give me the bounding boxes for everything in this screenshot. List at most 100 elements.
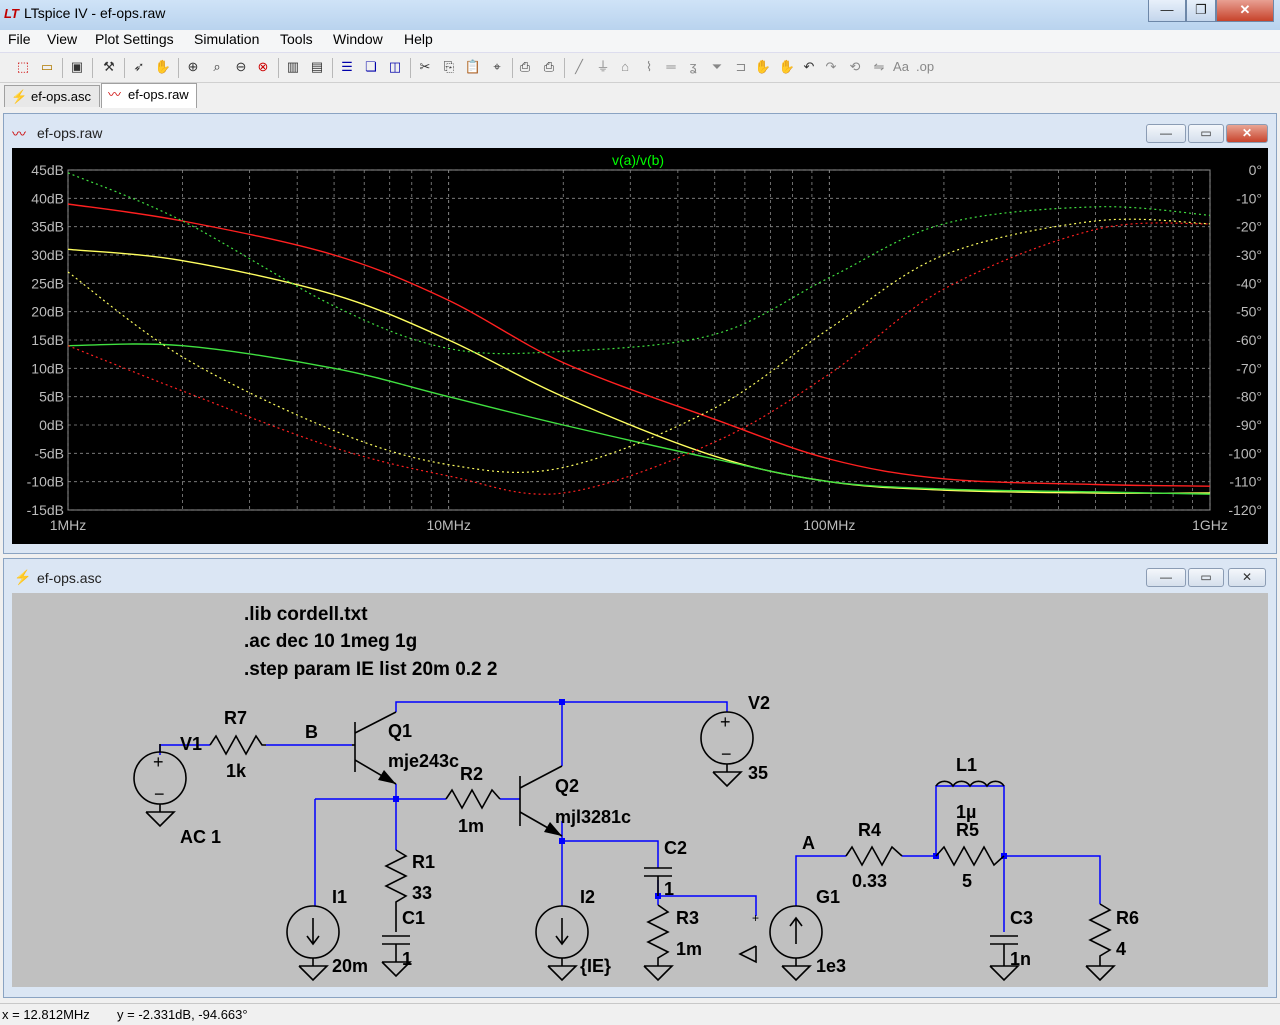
- magnitude-trace-2[interactable]: [67, 343, 1211, 495]
- value-r1[interactable]: 33: [412, 883, 432, 903]
- label-c1[interactable]: C1: [402, 908, 425, 928]
- diode-icon[interactable]: ⏷: [708, 58, 726, 76]
- open-icon[interactable]: ▭: [38, 58, 56, 76]
- label-r5[interactable]: R5: [956, 820, 979, 840]
- copy-icon[interactable]: ⎘: [440, 58, 458, 76]
- label-net-icon[interactable]: ⌂: [616, 58, 634, 76]
- control-panel-icon[interactable]: ⚒: [100, 58, 118, 76]
- component-icon[interactable]: ⊐: [732, 58, 750, 76]
- label-q1[interactable]: Q1: [388, 721, 412, 741]
- value-v1[interactable]: AC 1: [180, 827, 221, 847]
- model-q2[interactable]: mjl3281c: [555, 807, 631, 827]
- trace-title-va-vb[interactable]: v(a)/v(b): [612, 152, 664, 168]
- value-r7[interactable]: 1k: [226, 761, 247, 781]
- value-r4[interactable]: 0.33: [852, 871, 887, 891]
- label-c2[interactable]: C2: [664, 838, 687, 858]
- redo-icon[interactable]: ↷: [822, 58, 840, 76]
- zoom-fit-icon[interactable]: ⊗: [254, 58, 272, 76]
- schematic-minimize-button[interactable]: —: [1146, 568, 1186, 587]
- model-q1[interactable]: mje243c: [388, 751, 459, 771]
- directive-step[interactable]: .step param IE list 20m 0.2 2: [244, 659, 497, 680]
- value-v2[interactable]: 35: [748, 763, 768, 783]
- phase-trace-4[interactable]: [67, 218, 1211, 473]
- directive-lib[interactable]: .lib cordell.txt: [244, 604, 368, 625]
- move-icon[interactable]: ✋: [754, 58, 772, 76]
- label-i2[interactable]: I2: [580, 887, 595, 907]
- tab-waveform[interactable]: 〰 ef-ops.raw: [101, 83, 197, 108]
- pan-icon[interactable]: ✋: [154, 58, 172, 76]
- tile-horizontal-icon[interactable]: ☰: [338, 58, 356, 76]
- value-c3[interactable]: 1n: [1010, 949, 1031, 969]
- capacitor-icon[interactable]: ═: [662, 58, 680, 76]
- zoom-out-icon[interactable]: ⊖: [232, 58, 250, 76]
- components[interactable]: [133, 711, 1116, 982]
- autorange-icon[interactable]: ▥: [284, 58, 302, 76]
- undo-icon[interactable]: ↶: [800, 58, 818, 76]
- schematic-canvas[interactable]: .lib cordell.txt .ac dec 10 1meg 1g .ste…: [12, 593, 1268, 987]
- magnitude-trace-1[interactable]: [67, 248, 1211, 494]
- label-v1[interactable]: V1: [180, 734, 202, 754]
- menu-file[interactable]: File: [8, 31, 31, 47]
- label-r3[interactable]: R3: [676, 908, 699, 928]
- minimize-button[interactable]: —: [1148, 0, 1186, 22]
- label-l1[interactable]: L1: [956, 755, 977, 775]
- value-r6[interactable]: 4: [1116, 939, 1126, 959]
- value-g1[interactable]: 1e3: [816, 956, 846, 976]
- magnitude-trace-0[interactable]: [67, 203, 1211, 487]
- print-icon[interactable]: ⎙: [540, 58, 558, 76]
- plot-maximize-button[interactable]: ▭: [1188, 124, 1224, 143]
- circuit-diagram[interactable]: .lib cordell.txt .ac dec 10 1meg 1g .ste…: [12, 593, 1268, 987]
- find-icon[interactable]: ⌖: [488, 58, 506, 76]
- label-i1[interactable]: I1: [332, 887, 347, 907]
- bode-plot[interactable]: 45dB 40dB 35dB 30dB 25dB 20dB 15dB 10dB 5dB 0dB -5…: [12, 148, 1268, 544]
- wire-icon[interactable]: ╱: [570, 58, 588, 76]
- label-r2[interactable]: R2: [460, 764, 483, 784]
- resistor-icon[interactable]: ⌇: [640, 58, 658, 76]
- plot-minimize-button[interactable]: —: [1146, 124, 1186, 143]
- label-r7[interactable]: R7: [224, 708, 247, 728]
- label-r4[interactable]: R4: [858, 820, 881, 840]
- add-trace-icon[interactable]: ▤: [308, 58, 326, 76]
- value-c2[interactable]: 1: [664, 879, 674, 899]
- label-v2[interactable]: V2: [748, 693, 770, 713]
- menu-help[interactable]: Help: [404, 31, 433, 47]
- inductor-icon[interactable]: ʓ: [684, 58, 702, 76]
- value-r3[interactable]: 1m: [676, 939, 702, 959]
- schematic-maximize-button[interactable]: ▭: [1188, 568, 1224, 587]
- menu-plot-settings[interactable]: Plot Settings: [95, 31, 174, 47]
- tile-vertical-icon[interactable]: ◫: [386, 58, 404, 76]
- menu-tools[interactable]: Tools: [280, 31, 313, 47]
- menu-window[interactable]: Window: [333, 31, 383, 47]
- label-c3[interactable]: C3: [1010, 908, 1033, 928]
- value-l1[interactable]: 1µ: [956, 802, 976, 822]
- label-r1[interactable]: R1: [412, 852, 435, 872]
- menu-view[interactable]: View: [47, 31, 77, 47]
- text-icon[interactable]: Aa: [892, 58, 910, 76]
- net-label-b[interactable]: B: [305, 722, 318, 742]
- mirror-icon[interactable]: ⇋: [870, 58, 888, 76]
- label-g1[interactable]: G1: [816, 887, 840, 907]
- drag-icon[interactable]: ✋: [778, 58, 796, 76]
- menu-simulation[interactable]: Simulation: [194, 31, 259, 47]
- phase-trace-5[interactable]: [67, 172, 1211, 355]
- zoom-area-icon[interactable]: ⌕: [208, 58, 226, 76]
- save-icon[interactable]: ▣: [68, 58, 86, 76]
- directive-ac[interactable]: .ac dec 10 1meg 1g: [244, 631, 417, 652]
- value-i1[interactable]: 20m: [332, 956, 368, 976]
- rotate-icon[interactable]: ⟲: [846, 58, 864, 76]
- cut-icon[interactable]: ✂: [416, 58, 434, 76]
- value-i2[interactable]: {IE}: [580, 956, 611, 976]
- plot-close-button[interactable]: ✕: [1226, 124, 1268, 143]
- ground-icon[interactable]: ⏚: [594, 58, 612, 76]
- label-r6[interactable]: R6: [1116, 908, 1139, 928]
- print-setup-icon[interactable]: ⎙: [516, 58, 534, 76]
- schematic-close-button[interactable]: ✕: [1228, 568, 1266, 587]
- new-schematic-icon[interactable]: ⬚: [14, 58, 32, 76]
- maximize-button[interactable]: ❐: [1186, 0, 1216, 22]
- label-q2[interactable]: Q2: [555, 776, 579, 796]
- value-c1[interactable]: 1: [402, 949, 412, 969]
- close-button[interactable]: ✕: [1216, 0, 1274, 22]
- value-r2[interactable]: 1m: [458, 816, 484, 836]
- spice-directive-icon[interactable]: .op: [916, 58, 934, 76]
- value-r5[interactable]: 5: [962, 871, 972, 891]
